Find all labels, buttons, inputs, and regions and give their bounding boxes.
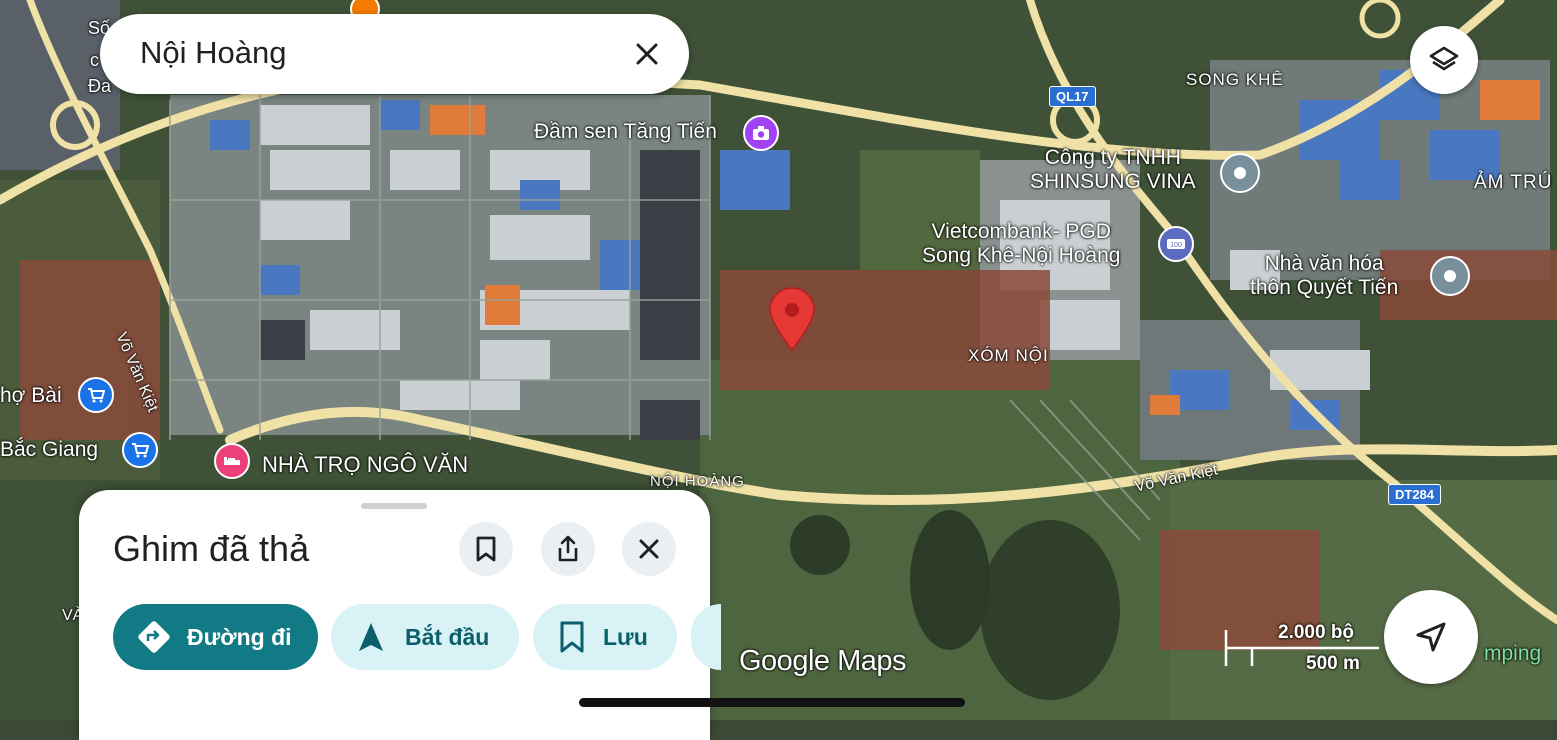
start-label: Bắt đầu (405, 623, 490, 650)
poi-label-shinsung[interactable]: Công ty TNHH SHINSUNG VINA (1030, 146, 1196, 194)
shopping-cart-icon[interactable] (122, 432, 158, 468)
place-pin-icon[interactable] (1430, 256, 1470, 296)
layers-icon (1429, 46, 1459, 71)
close-sheet-button[interactable] (622, 522, 676, 576)
poi-label-camping[interactable]: mping (1484, 642, 1541, 666)
my-location-button[interactable] (1384, 590, 1478, 684)
share-button[interactable] (541, 522, 595, 576)
google-maps-logo: Google Maps (739, 645, 907, 677)
more-actions-chip[interactable] (691, 604, 721, 670)
scale-feet-label: 2.000 bộ (1278, 622, 1355, 643)
search-query-text[interactable]: Nội Hoàng (140, 35, 286, 71)
svg-text:100: 100 (1170, 242, 1182, 249)
navigation-arrow-icon (359, 623, 383, 651)
scale-meters-label: 500 m (1306, 653, 1360, 674)
close-icon (639, 539, 659, 559)
poi-label-nha-van-hoa[interactable]: Nhà văn hóa thôn Quyết Tiến (1250, 252, 1398, 300)
route-shield-dt284: DT284 (1388, 484, 1442, 505)
poi-label-nha-tro[interactable]: NHÀ TRỌ NGÔ VĂN (262, 452, 468, 477)
search-bar[interactable]: Nội Hoàng (100, 14, 689, 94)
bookmark-button[interactable] (459, 522, 513, 576)
home-indicator[interactable] (579, 698, 965, 707)
close-icon (636, 43, 658, 65)
map-label-fragment: Đa (88, 76, 112, 96)
sheet-drag-handle[interactable] (361, 503, 427, 509)
camera-icon[interactable] (743, 115, 779, 151)
directions-icon (138, 621, 170, 653)
shopping-cart-icon[interactable] (78, 377, 114, 413)
save-button[interactable]: Lưu (533, 604, 677, 670)
route-shield-ql17: QL17 (1049, 86, 1096, 107)
clear-search-button[interactable] (627, 34, 667, 74)
map-scale: 2.000 bộ 500 m (1224, 620, 1384, 674)
directions-button[interactable]: Đường đi (113, 604, 318, 670)
directions-label: Đường đi (187, 623, 292, 650)
area-label-am-truc: ẢM TRÚ (1474, 172, 1553, 193)
poi-label-vietcombank[interactable]: Vietcombank- PGD Song Khê-Nội Hoàng (922, 220, 1120, 268)
poi-label-cho-bai[interactable]: hợ Bài (0, 384, 62, 408)
area-label-song-khe: SONG KHÊ (1186, 70, 1284, 89)
share-icon (558, 535, 578, 562)
place-pin-icon[interactable] (1220, 153, 1260, 193)
hotel-bed-icon[interactable] (214, 443, 250, 479)
area-label-noi-hoang: NỘI HOÀNG (650, 473, 745, 490)
area-label-xom-noi: XÓM NỘI (968, 346, 1049, 365)
map-layers-button[interactable] (1410, 26, 1478, 94)
bank-icon[interactable]: 100 (1158, 226, 1194, 262)
navigation-arrow-icon (1416, 622, 1446, 652)
poi-label-dam-sen[interactable]: Đầm sen Tăng Tiến (534, 120, 717, 144)
sheet-title: Ghim đã thả (113, 528, 310, 569)
save-label: Lưu (603, 623, 648, 650)
poi-label-bac-giang[interactable]: Bắc Giang (0, 438, 98, 462)
map-label-fragment: c (90, 50, 99, 70)
start-navigation-button[interactable]: Bắt đầu (331, 604, 519, 670)
bookmark-icon (560, 621, 584, 653)
bookmark-icon (476, 536, 496, 562)
